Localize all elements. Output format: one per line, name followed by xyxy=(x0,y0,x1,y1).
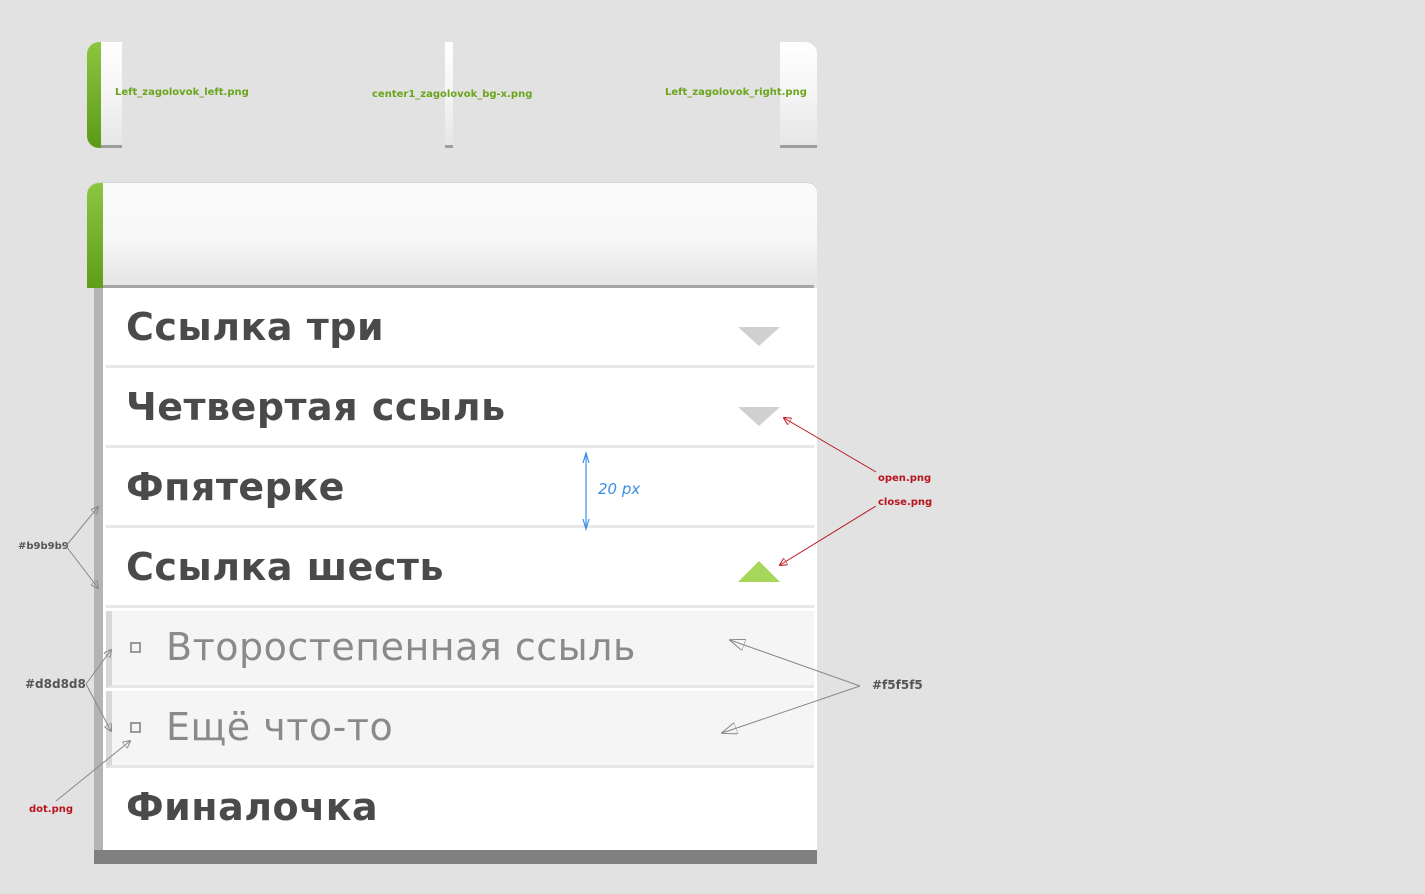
sub-bg-leader-top xyxy=(730,640,861,687)
open-png-leader xyxy=(784,418,877,473)
sub-bg-leader-bottom xyxy=(722,685,861,733)
dot-png-leader xyxy=(55,741,130,802)
sub-border-leader-top xyxy=(85,650,111,685)
border-color-leader-top xyxy=(65,507,98,547)
close-png-leader xyxy=(780,505,877,565)
annotation-overlay xyxy=(55,0,877,802)
border-color-leader-bottom xyxy=(65,545,98,588)
sub-border-leader-bottom xyxy=(85,683,111,731)
